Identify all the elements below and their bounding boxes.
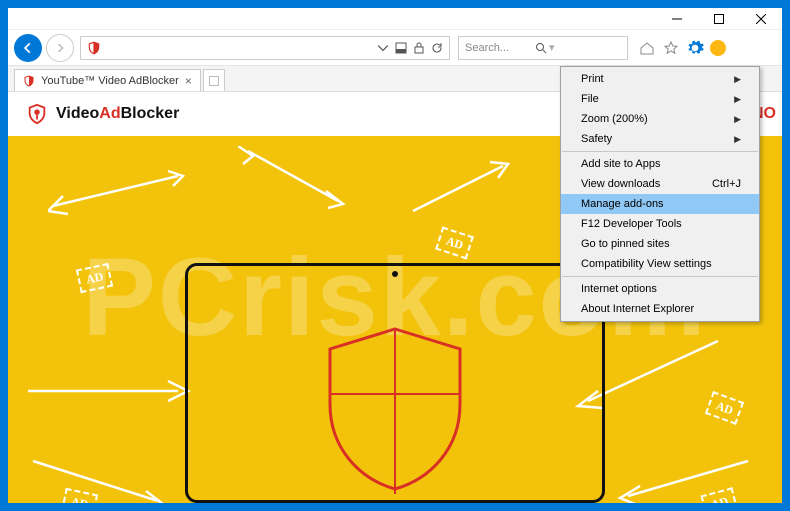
- back-button[interactable]: [14, 34, 42, 62]
- search-box[interactable]: Search... ▾: [458, 36, 628, 60]
- ad-doodle: AD: [435, 226, 474, 259]
- menu-item[interactable]: Go to pinned sites: [561, 234, 759, 254]
- refresh-icon[interactable]: [431, 42, 443, 54]
- lock-icon: [413, 42, 425, 54]
- menu-item[interactable]: Print▶: [561, 69, 759, 89]
- tools-gear-icon[interactable]: [686, 39, 704, 57]
- menu-separator: [562, 151, 758, 152]
- menu-item[interactable]: About Internet Explorer: [561, 299, 759, 319]
- menu-item[interactable]: Compatibility View settings: [561, 254, 759, 274]
- menu-item[interactable]: Add site to Apps: [561, 154, 759, 174]
- brand-shield-icon: [26, 103, 48, 125]
- new-tab-button[interactable]: [203, 69, 225, 91]
- browser-window: Search... ▾ YouTube™ Video AdBlocker × V…: [8, 8, 782, 503]
- search-icon[interactable]: [535, 42, 547, 54]
- tab-close-icon[interactable]: ×: [185, 74, 192, 88]
- tab-favicon-icon: [23, 75, 35, 87]
- hero-shield-icon: [320, 324, 470, 494]
- close-button[interactable]: [740, 8, 782, 30]
- dropdown-icon[interactable]: [377, 42, 389, 54]
- menu-separator: [562, 276, 758, 277]
- menu-item[interactable]: File▶: [561, 89, 759, 109]
- menu-item[interactable]: Zoom (200%)▶: [561, 109, 759, 129]
- tab-active[interactable]: YouTube™ Video AdBlocker ×: [14, 69, 201, 91]
- menu-item[interactable]: Internet options: [561, 279, 759, 299]
- menu-item[interactable]: View downloadsCtrl+J: [561, 174, 759, 194]
- site-shield-icon: [87, 41, 101, 55]
- tools-menu: Print▶File▶Zoom (200%)▶Safety▶ Add site t…: [560, 66, 760, 322]
- tab-label: YouTube™ Video AdBlocker: [41, 75, 179, 87]
- compat-icon[interactable]: [395, 42, 407, 54]
- new-tab-icon: [209, 76, 219, 86]
- menu-item[interactable]: Safety▶: [561, 129, 759, 149]
- menu-item[interactable]: Manage add-ons: [561, 194, 759, 214]
- ad-doodle: AD: [76, 263, 114, 293]
- nav-bar: Search... ▾: [8, 30, 782, 66]
- window-titlebar: [8, 8, 782, 30]
- favorites-icon[interactable]: [662, 39, 680, 57]
- maximize-button[interactable]: [698, 8, 740, 30]
- search-placeholder: Search...: [465, 42, 535, 54]
- minimize-button[interactable]: [656, 8, 698, 30]
- forward-button[interactable]: [46, 34, 74, 62]
- brand-text: VideoAdBlocker: [56, 105, 179, 123]
- address-bar[interactable]: [80, 36, 450, 60]
- home-icon[interactable]: [638, 39, 656, 57]
- ad-doodle: AD: [705, 391, 745, 425]
- menu-item[interactable]: F12 Developer Tools: [561, 214, 759, 234]
- smiley-icon[interactable]: [710, 40, 726, 56]
- laptop-illustration: [185, 263, 605, 503]
